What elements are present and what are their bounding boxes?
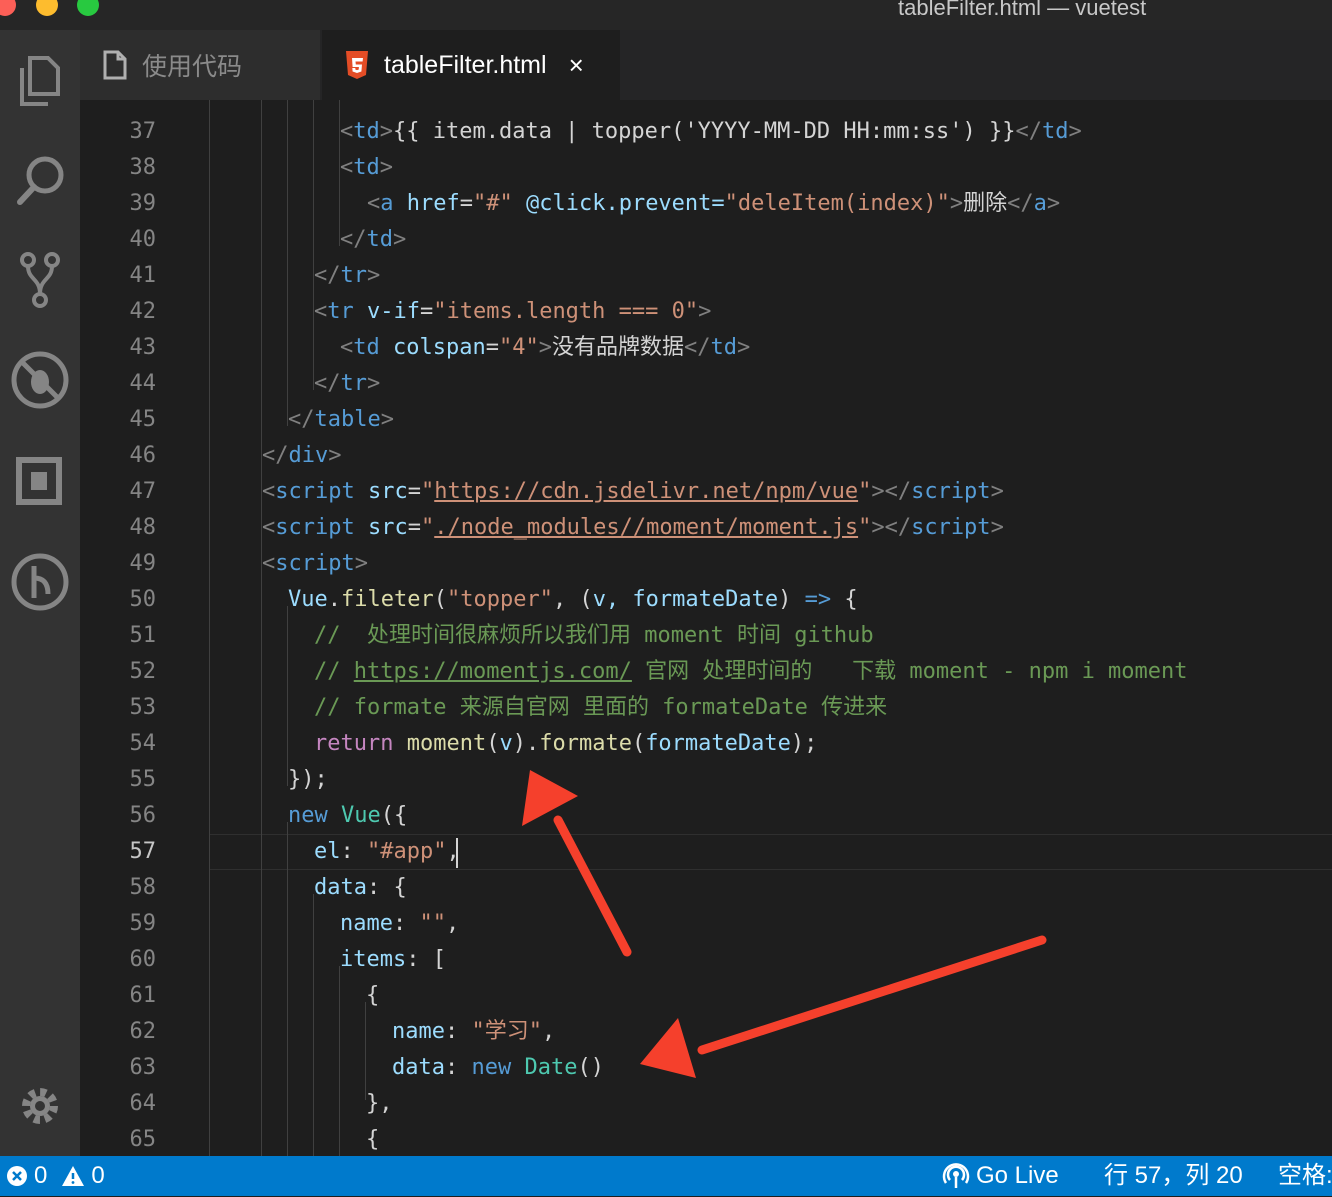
problems-indicator[interactable]: 0 0	[6, 1156, 105, 1196]
warning-count: 0	[91, 1162, 105, 1189]
warning-icon	[62, 1166, 85, 1186]
go-live-button[interactable]: Go Live	[942, 1156, 1059, 1196]
go-live-label: Go Live	[976, 1162, 1059, 1189]
broadcast-icon	[942, 1163, 970, 1188]
annotation-arrow	[522, 770, 632, 957]
error-icon	[7, 1166, 27, 1186]
status-bar: 0 0 Go Live 行 57，列 20 空格:	[0, 1156, 1332, 1196]
indentation-setting[interactable]: 空格:	[1278, 1156, 1332, 1196]
annotation-layer	[522, 770, 1047, 1078]
error-count: 0	[34, 1162, 48, 1189]
cursor-position[interactable]: 行 57，列 20	[1104, 1156, 1243, 1196]
annotation-arrow	[640, 935, 1047, 1078]
